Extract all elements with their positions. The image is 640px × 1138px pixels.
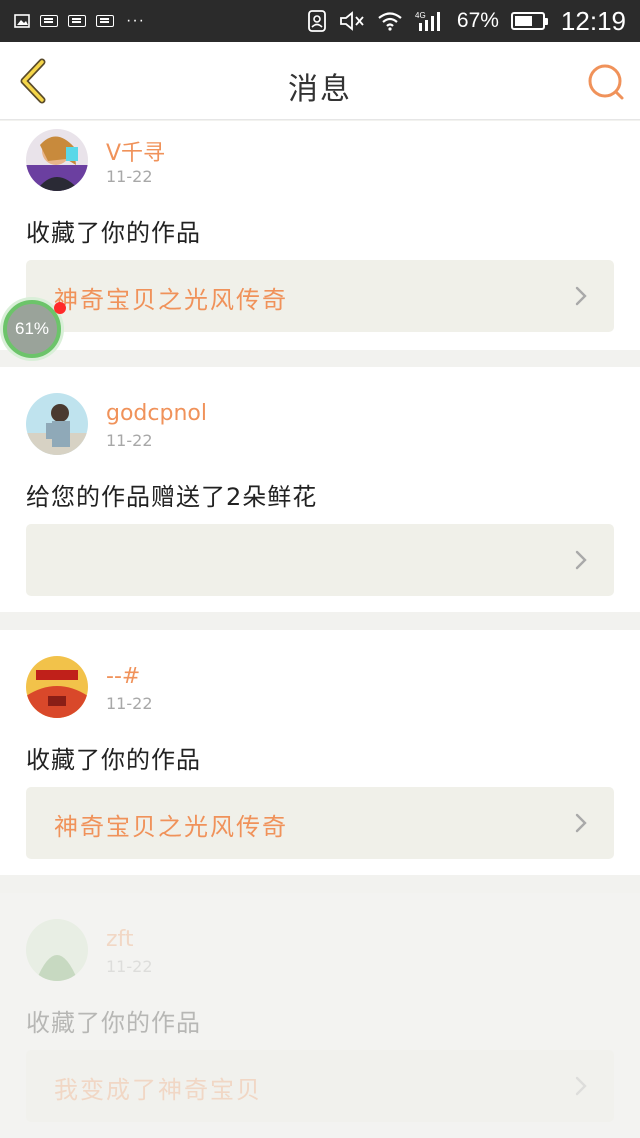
status-bar: ··· 4G 67% 12:19 bbox=[0, 0, 640, 42]
work-link[interactable] bbox=[26, 524, 614, 596]
notification-icons: ··· bbox=[14, 12, 145, 30]
booster-percentage: 61% bbox=[14, 319, 50, 338]
avatar[interactable] bbox=[26, 393, 88, 455]
portrait-lock-icon bbox=[307, 10, 326, 32]
signal-icon: 4G bbox=[415, 11, 440, 31]
avatar[interactable] bbox=[26, 656, 88, 718]
top-navigation-bar: 消息 bbox=[0, 42, 640, 120]
message-action: 收藏了你的作品 bbox=[26, 219, 201, 247]
chevron-right-icon bbox=[575, 1076, 587, 1096]
page-title: 消息 bbox=[288, 72, 352, 107]
notification-icon bbox=[96, 15, 114, 27]
notification-icon bbox=[40, 15, 58, 27]
gallery-icon bbox=[14, 14, 30, 28]
search-icon[interactable] bbox=[586, 62, 626, 102]
avatar[interactable] bbox=[26, 129, 88, 191]
mute-icon bbox=[339, 11, 364, 31]
more-notifications-icon: ··· bbox=[126, 12, 145, 29]
clock: 12:19 bbox=[560, 5, 626, 36]
wifi-icon bbox=[378, 12, 402, 31]
work-link[interactable]: 神奇宝贝之光风传奇 bbox=[26, 787, 614, 859]
message-card: zft 11-22 收藏了你的作品 我变成了神奇宝贝 bbox=[0, 893, 640, 1138]
chevron-right-icon bbox=[575, 286, 587, 306]
message-date: 11-22 bbox=[106, 957, 153, 976]
username[interactable]: zft bbox=[106, 927, 134, 952]
notification-icon bbox=[68, 15, 86, 27]
work-title: 神奇宝贝之光风传奇 bbox=[54, 286, 288, 314]
username[interactable]: godcpnol bbox=[106, 401, 207, 426]
svg-text:4G: 4G bbox=[415, 11, 426, 20]
chevron-right-icon bbox=[575, 550, 587, 570]
battery-level bbox=[514, 16, 532, 26]
message-date: 11-22 bbox=[106, 167, 153, 186]
message-action: 收藏了你的作品 bbox=[26, 1009, 201, 1037]
message-date: 11-22 bbox=[106, 431, 153, 450]
message-card: godcpnol 11-22 给您的作品赠送了2朵鲜花 bbox=[0, 367, 640, 612]
work-link[interactable]: 我变成了神奇宝贝 bbox=[26, 1050, 614, 1122]
username[interactable]: V千寻 bbox=[106, 135, 165, 167]
message-action: 给您的作品赠送了2朵鲜花 bbox=[26, 483, 318, 511]
message-date: 11-22 bbox=[106, 694, 153, 713]
floating-booster-button[interactable]: 61% bbox=[3, 300, 66, 358]
message-action: 收藏了你的作品 bbox=[26, 746, 201, 774]
notification-dot bbox=[54, 302, 66, 314]
battery-percentage: 67% bbox=[456, 9, 499, 32]
avatar[interactable] bbox=[26, 919, 88, 981]
work-title: 神奇宝贝之光风传奇 bbox=[54, 813, 288, 841]
username[interactable]: --# bbox=[106, 664, 140, 689]
message-card: V千寻 11-22 收藏了你的作品 神奇宝贝之光风传奇 bbox=[0, 121, 640, 350]
chevron-right-icon bbox=[575, 813, 587, 833]
message-card: --# 11-22 收藏了你的作品 神奇宝贝之光风传奇 bbox=[0, 630, 640, 875]
work-link[interactable]: 神奇宝贝之光风传奇 bbox=[26, 260, 614, 332]
battery-icon bbox=[510, 12, 548, 30]
work-title: 我变成了神奇宝贝 bbox=[54, 1076, 262, 1104]
